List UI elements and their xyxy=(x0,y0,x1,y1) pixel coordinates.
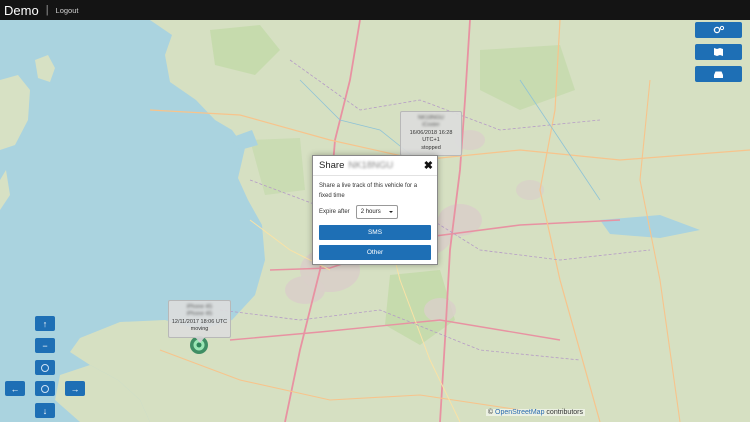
arrow-up-icon: ↑ xyxy=(42,318,48,329)
zoom-in-icon xyxy=(41,363,49,372)
sms-button[interactable]: SMS xyxy=(319,225,431,240)
cogs-icon xyxy=(713,25,724,34)
arrow-down-icon: ↓ xyxy=(42,405,48,416)
phone-name: iPhone 4S xyxy=(186,304,213,310)
phone-popup[interactable]: iPhone 4S iPhone 4S 12/11/2017 18:06 UTC… xyxy=(168,300,231,343)
pan-down-button[interactable]: ↓ xyxy=(35,403,55,418)
flag-icon xyxy=(714,48,723,56)
pan-left-button[interactable]: ← xyxy=(5,381,25,396)
car-icon xyxy=(714,71,723,78)
zoom-out-button[interactable]: − xyxy=(35,338,55,353)
share-message: Share a live track of this vehicle for a… xyxy=(319,183,418,199)
pan-up-button[interactable]: ↑ xyxy=(35,316,55,331)
center-button[interactable] xyxy=(35,381,55,396)
phone-sub: iPhone 4S xyxy=(186,311,213,318)
vehicle-status: stopped xyxy=(421,144,441,151)
share-dialog-title: Share xyxy=(319,160,345,171)
arrow-right-icon: → xyxy=(70,383,80,394)
zoom-in-button[interactable] xyxy=(35,360,55,375)
expire-label: Expire after xyxy=(319,209,350,216)
target-icon xyxy=(41,384,49,393)
top-navbar: Demo | Logout xyxy=(0,0,750,20)
phone-status: moving xyxy=(190,326,209,333)
expire-value: 2 hours xyxy=(360,209,381,216)
map-layers-button[interactable] xyxy=(695,44,742,60)
attribution-suffix: contributors xyxy=(546,409,583,416)
arrow-left-icon: ← xyxy=(10,383,20,394)
vehicle-popup[interactable]: NK18NGU iCoster 16/06/2018 16:28 UTC+1 s… xyxy=(400,111,462,162)
nav-separator: | xyxy=(45,4,49,16)
share-dialog: Share NK18NGU ✖ Share a live track of th… xyxy=(312,155,438,265)
other-button[interactable]: Other xyxy=(319,245,431,260)
vehicle-sub: iCoster xyxy=(422,122,440,129)
settings-button[interactable] xyxy=(695,22,742,38)
openstreetmap-link[interactable]: OpenStreetMap xyxy=(495,409,544,416)
close-icon[interactable]: ✖ xyxy=(424,159,433,172)
minus-icon: − xyxy=(42,340,48,351)
logout-link[interactable]: Logout xyxy=(56,6,79,15)
attribution-prefix: © xyxy=(487,409,494,416)
vehicles-button[interactable] xyxy=(695,66,742,82)
pan-right-button[interactable]: → xyxy=(65,381,85,396)
map-attribution: © OpenStreetMap contributors xyxy=(485,409,585,416)
vehicle-plate: NK18NGU xyxy=(348,160,394,171)
vehicle-timestamp: 16/06/2018 16:28 UTC+1 xyxy=(409,129,453,144)
chevron-down-icon xyxy=(388,211,393,214)
share-dialog-header: Share NK18NGU ✖ xyxy=(313,156,437,176)
vehicle-name: NK18NGU xyxy=(418,115,444,121)
expire-row: Expire after 2 hours xyxy=(313,201,437,220)
brand-title[interactable]: Demo xyxy=(4,3,39,18)
phone-timestamp: 12/11/2017 18:06 UTC xyxy=(171,318,228,325)
expire-select[interactable]: 2 hours xyxy=(355,205,398,220)
